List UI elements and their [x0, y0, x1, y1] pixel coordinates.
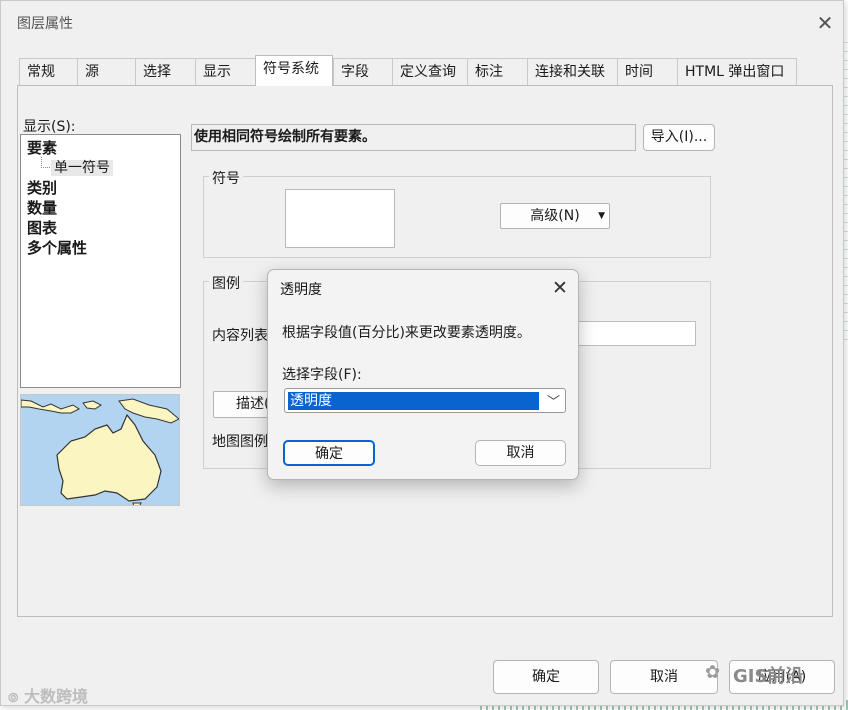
- symbol-group: [203, 176, 711, 258]
- map-legend-label: 地图图例: [212, 434, 268, 450]
- tab-joins-relates[interactable]: 连接和关联: [527, 58, 618, 86]
- tab-fields[interactable]: 字段: [333, 58, 393, 86]
- field-select-value: 透明度: [288, 392, 539, 410]
- toc-label: 内容列表: [212, 328, 268, 344]
- window-title: 图层属性: [17, 16, 73, 32]
- watermark-right: ✿ GIS前沿: [705, 660, 840, 690]
- australia-map-illustration: [21, 398, 179, 505]
- dropdown-arrow-icon: ▼: [598, 211, 605, 221]
- watermark-right-text: GIS前沿: [733, 666, 804, 687]
- tab-source[interactable]: 源: [77, 58, 137, 86]
- dialog-titlebar: 透明度 ✕: [268, 270, 578, 308]
- legend-group-title: 图例: [209, 273, 243, 293]
- watermark-left: ⦾ 大数跨境: [8, 683, 88, 707]
- renderer-description: 使用相同符号绘制所有要素。: [191, 124, 636, 151]
- watermark-left-text: 大数跨境: [23, 687, 88, 706]
- dialog-close-icon[interactable]: ✕: [548, 276, 572, 300]
- chevron-down-icon: ﹀: [547, 395, 561, 410]
- dialog-title: 透明度: [280, 282, 322, 298]
- dialog-message: 根据字段值(百分比)来更改要素透明度。: [282, 325, 531, 341]
- tab-selection[interactable]: 选择: [135, 58, 196, 86]
- show-label: 显示(S):: [23, 119, 76, 135]
- close-icon[interactable]: ✕: [813, 11, 837, 35]
- tree-item-features[interactable]: 要素: [27, 138, 180, 158]
- dialog-cancel-button[interactable]: 取消: [475, 440, 566, 466]
- advanced-button[interactable]: 高级(N) ▼: [500, 203, 610, 229]
- cancel-button[interactable]: 取消: [610, 660, 718, 694]
- renderer-tree[interactable]: 要素 单一符号 类别 数量 图表 多个属性: [20, 134, 181, 388]
- transparency-dialog: 透明度 ✕ 根据字段值(百分比)来更改要素透明度。 选择字段(F): 透明度 ﹀…: [267, 269, 579, 480]
- tab-definition-query[interactable]: 定义查询: [392, 58, 468, 86]
- tab-time[interactable]: 时间: [617, 58, 678, 86]
- wechat-icon: ✿: [705, 662, 721, 683]
- ok-button[interactable]: 确定: [493, 660, 599, 694]
- dialog-ok-button[interactable]: 确定: [283, 440, 375, 466]
- tab-display[interactable]: 显示: [195, 58, 257, 86]
- tab-general[interactable]: 常规: [19, 58, 79, 86]
- watermark-logo-icon: ⦾: [8, 691, 19, 706]
- import-button[interactable]: 导入(I)...: [643, 124, 715, 151]
- tree-item-quantities[interactable]: 数量: [27, 198, 180, 218]
- field-label: 选择字段(F):: [282, 367, 362, 383]
- map-preview-image: [20, 394, 180, 506]
- field-select[interactable]: 透明度 ﹀: [284, 388, 566, 413]
- description-button[interactable]: 描述(: [213, 391, 273, 418]
- advanced-button-label: 高级(N): [530, 208, 580, 224]
- tree-item-charts[interactable]: 图表: [27, 218, 180, 238]
- tree-connector: [41, 157, 50, 168]
- symbol-swatch-button[interactable]: [285, 189, 395, 248]
- tree-item-single-symbol[interactable]: 单一符号: [27, 157, 180, 178]
- toc-label-input[interactable]: [579, 321, 696, 346]
- tree-item-multiple-attributes[interactable]: 多个属性: [27, 238, 180, 258]
- tab-labels[interactable]: 标注: [467, 58, 528, 86]
- symbol-group-title: 符号: [209, 168, 243, 188]
- tab-html-popup[interactable]: HTML 弹出窗口: [677, 58, 797, 86]
- tree-item-categories[interactable]: 类别: [27, 178, 180, 198]
- tree-item-label: 单一符号: [51, 160, 113, 176]
- tab-symbology[interactable]: 符号系统: [255, 55, 333, 86]
